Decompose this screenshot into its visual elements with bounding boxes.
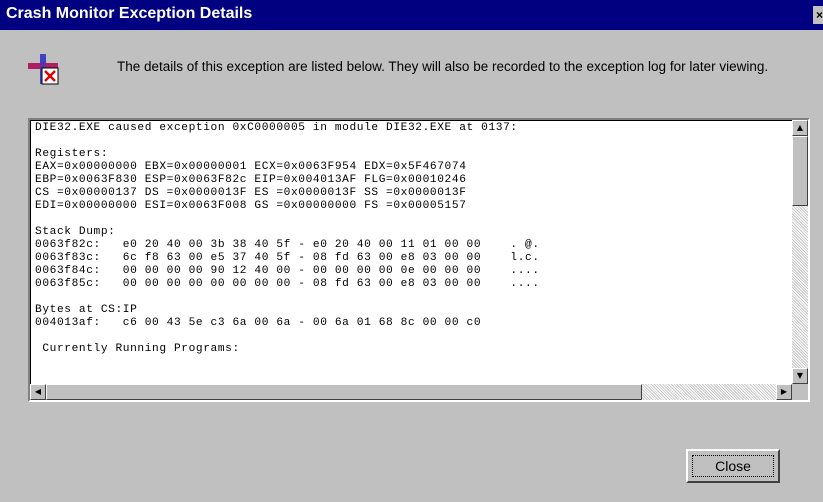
details-line: 0063f83c: 6c f8 63 00 e5 37 40 5f - 08 f… [35,252,540,264]
scroll-right-button[interactable]: ▶ [776,384,792,400]
title-bar[interactable]: Crash Monitor Exception Details × [0,0,823,30]
close-button-label: Close [715,458,751,474]
horizontal-scrollbar[interactable]: ◀ ▶ [30,384,792,400]
scroll-up-button[interactable]: ▲ [792,120,808,136]
window-title: Crash Monitor Exception Details [6,5,253,22]
exception-details-box[interactable]: DIE32.EXE caused exception 0xC0000005 in… [28,118,810,402]
crash-monitor-dialog: Crash Monitor Exception Details × The de… [0,0,823,502]
details-line: Bytes at CS:IP [35,304,138,316]
details-line: 0063f84c: 00 00 00 00 90 12 40 00 - 00 0… [35,265,540,277]
exception-details-text[interactable]: DIE32.EXE caused exception 0xC0000005 in… [35,122,800,382]
exception-message: The details of this exception are listed… [117,59,769,74]
horizontal-scroll-thumb[interactable] [46,384,642,400]
details-line: Stack Dump: [35,226,116,238]
details-line: DIE32.EXE caused exception 0xC0000005 in… [35,122,518,134]
vertical-scrollbar[interactable]: ▲ ▼ [792,120,808,384]
close-icon[interactable]: × [813,6,823,24]
scroll-corner [792,384,808,400]
close-button[interactable]: Close [686,449,780,483]
details-line: Currently Running Programs: [35,343,240,355]
details-line: EBP=0x0063F830 ESP=0x0063F82c EIP=0x0040… [35,174,467,186]
details-line: CS =0x00000137 DS =0x0000013F ES =0x0000… [35,187,467,199]
details-line: Registers: [35,148,109,160]
details-line: EDI=0x00000000 ESI=0x0063F008 GS =0x0000… [35,200,467,212]
details-line: 004013af: c6 00 43 5e c3 6a 00 6a - 00 6… [35,317,482,329]
details-line: EAX=0x00000000 EBX=0x00000001 ECX=0x0063… [35,161,467,173]
details-line: 0063f82c: e0 20 40 00 3b 38 40 5f - e0 2… [35,239,540,251]
scroll-down-button[interactable]: ▼ [792,368,808,384]
scroll-left-button[interactable]: ◀ [30,384,46,400]
crash-exception-icon [28,54,59,85]
details-line: 0063f85c: 00 00 00 00 00 00 00 00 - 08 f… [35,278,540,290]
vertical-scroll-thumb[interactable] [792,136,808,206]
